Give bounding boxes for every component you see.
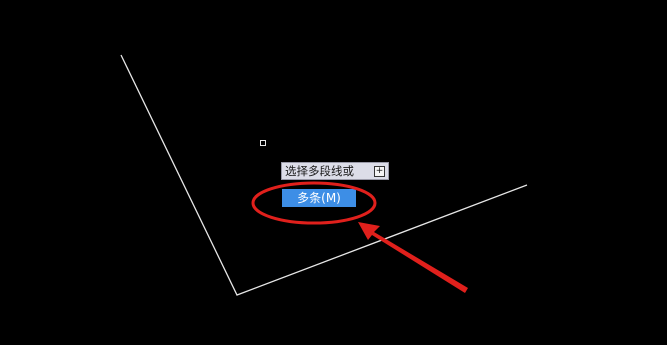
plus-box-icon[interactable]: + <box>374 165 385 177</box>
command-prompt-text: 选择多段线或 <box>285 164 354 178</box>
pickbox-cursor <box>260 140 266 146</box>
cad-drawing-canvas[interactable]: 选择多段线或 + 多条(M) <box>0 0 667 345</box>
option-multiple-button[interactable]: 多条(M) <box>282 189 356 207</box>
command-prompt-tooltip: 选择多段线或 + <box>281 162 389 180</box>
